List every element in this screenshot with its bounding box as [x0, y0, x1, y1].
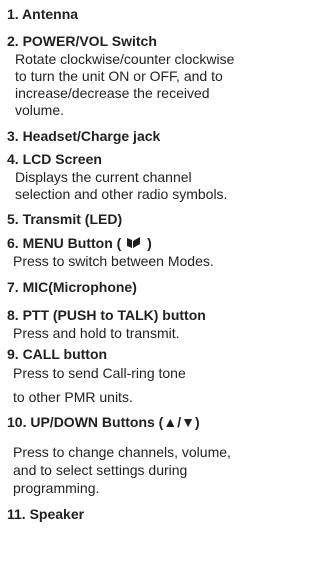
item-3-title: 3. Headset/Charge jack: [7, 128, 161, 144]
item-2-title: 2. POWER/VOL Switch: [7, 33, 157, 49]
item-4-desc-line-2: selection and other radio symbols.: [15, 186, 228, 202]
item-10-desc-line-3: programming.: [13, 480, 100, 496]
item-4-title: 4. LCD Screen: [7, 151, 102, 167]
item-9-title: 9. CALL button: [7, 346, 108, 362]
item-7-title: 7. MIC(Microphone): [7, 279, 137, 295]
item-4-desc-line-1: Displays the current channel: [15, 169, 192, 185]
item-9-desc-line-2: to other PMR units.: [13, 389, 133, 405]
item-2-desc-line-1: Rotate clockwise/counter clockwise: [15, 51, 235, 67]
item-8-desc-line-1: Press and hold to transmit.: [13, 325, 180, 341]
item-5-title: 5. Transmit (LED): [7, 211, 123, 227]
item-6-title-suffix: ): [147, 235, 152, 251]
item-8-title: 8. PTT (PUSH to TALK) button: [7, 307, 206, 323]
item-1-title: 1. Antenna: [7, 6, 79, 22]
item-10-title-prefix: 10. UP/DOWN Buttons (: [7, 414, 164, 430]
item-10-desc-line-2: and to select settings during: [13, 462, 188, 478]
up-arrow-icon: ▲: [163, 414, 178, 430]
item-10-title-suffix: ): [194, 414, 200, 430]
item-2-desc-line-3: increase/decrease the received: [15, 85, 210, 101]
item-11-title: 11. Speaker: [7, 506, 85, 522]
item-9-desc-line-1: Press to send Call-ring tone: [13, 365, 186, 381]
item-10-title: 10. UP/DOWN Buttons (▲/▼): [7, 414, 200, 430]
item-6-title: 6. MENU Button ( ): [7, 235, 152, 251]
item-6-title-prefix: 6. MENU Button (: [7, 235, 122, 251]
down-arrow-icon: ▼: [181, 414, 195, 430]
menu-icon: [127, 237, 141, 248]
item-2-desc-line-4: volume.: [15, 102, 65, 118]
page: { "items": [ { "title": "1. Antenna" }, …: [0, 0, 324, 578]
item-2-desc-line-2: to turn the unit ON or OFF, and to: [15, 68, 223, 84]
item-6-desc-line-1: Press to switch between Modes.: [13, 253, 214, 269]
item-10-desc-line-1: Press to change channels, volume,: [13, 444, 231, 460]
